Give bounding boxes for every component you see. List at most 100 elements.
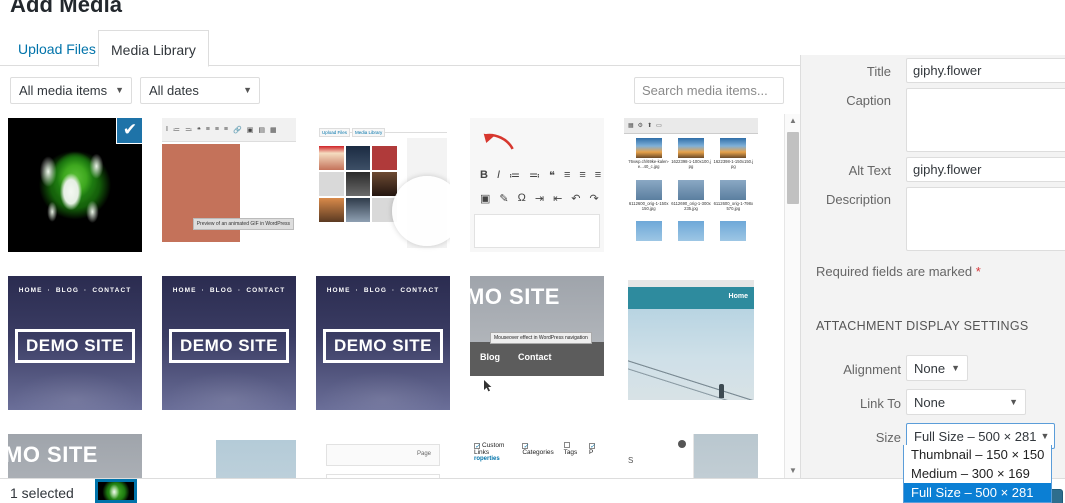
media-grid-scroll-area[interactable]: ✔ I ≔ ≕ ❝ ≡ ≡ ≡ 🔗 ▣ ▤ ▦ Preview of an animated GIF…	[0, 114, 800, 478]
filter-media-type-value: All media items	[19, 83, 108, 98]
size-dropdown-options[interactable]: Thumbnail – 150 × 150 Medium – 300 × 169…	[903, 445, 1052, 503]
demo-nav-home: HOME	[326, 287, 351, 294]
required-star: *	[975, 264, 981, 279]
title-label: Title	[866, 64, 891, 79]
attachment-details-sidebar: Title Caption Alt Text Description Requi…	[800, 55, 1065, 478]
chevron-down-icon: ▼	[1009, 397, 1018, 407]
chevron-down-icon: ▼	[115, 85, 124, 95]
editor-toolbar-thumbnail: BI≔≕❝≡≡≡ ▣✎Ω⇥⇤↶↷?	[470, 118, 604, 252]
media-item-demo-site-1[interactable]: HOME · BLOG · CONTACT DEMO SITE	[8, 276, 142, 410]
media-grid: ✔ I ≔ ≕ ❝ ≡ ≡ ≡ 🔗 ▣ ▤ ▦ Preview of an animated GIF…	[0, 114, 784, 478]
demo-site-logo: DEMO SITE	[322, 328, 444, 363]
tab-media-library[interactable]: Media Library	[98, 30, 209, 67]
caption-label: Caption	[846, 93, 891, 108]
demo-nav-blog: BLOG	[209, 287, 234, 294]
add-media-modal: Add Media Upload Files Media Library All…	[0, 0, 1065, 503]
link-to-label: Link To	[860, 396, 901, 411]
page-attributes-thumbnail: Page	[316, 434, 450, 478]
finder-file-name: 6112600_orig-1-798x570.jpg	[713, 200, 754, 211]
demo-site-thumbnail: HOME · BLOG · CONTACT DEMO SITE	[316, 276, 450, 410]
media-item-gif-editor[interactable]: I ≔ ≕ ❝ ≡ ≡ ≡ 🔗 ▣ ▤ ▦ Preview of an animated GIF i…	[162, 118, 296, 252]
description-field[interactable]	[906, 187, 1065, 251]
required-note-text: Required fields are marked	[816, 264, 973, 279]
media-item-demo-partial[interactable]: MO SITE	[8, 434, 142, 478]
scrollbar-thumb[interactable]	[787, 132, 799, 204]
title-field[interactable]	[906, 58, 1065, 83]
page-title: Add Media	[10, 0, 123, 17]
editor-toolbar-strip: I ≔ ≕ ❝ ≡ ≡ ≡ 🔗 ▣ ▤ ▦	[162, 118, 296, 142]
red-arrow-icon	[483, 133, 514, 150]
media-item-media-modal[interactable]: Upload Files Media Library	[316, 118, 450, 252]
demo-gray-title: MO SITE	[470, 284, 560, 309]
size-option-thumbnail[interactable]: Thumbnail – 150 × 150	[904, 445, 1051, 464]
demo-nav-home: HOME	[172, 287, 197, 294]
tab-upload-files[interactable]: Upload Files	[6, 30, 108, 67]
media-item-menu-options[interactable]: ✓ Custom Links ✓Categories Tags ✓P ropert…	[470, 434, 604, 478]
demo-nav-contact: CONTACT	[246, 287, 286, 294]
demo-nav-home: HOME	[18, 287, 43, 294]
media-item-wp-logo-page[interactable]: W DE	[162, 434, 296, 478]
media-grid-scrollbar[interactable]: ▲ ▼	[784, 114, 800, 478]
size-label: Size	[875, 430, 901, 445]
demo-gray-tooltip: Mouseover effect in WordPress navigation	[490, 332, 592, 344]
alignment-label: Alignment	[843, 362, 901, 377]
media-item-demo-site-3[interactable]: HOME · BLOG · CONTACT DEMO SITE	[316, 276, 450, 410]
gif-tooltip: Preview of an animated GIF in WordPress	[192, 218, 294, 230]
chevron-down-icon: ▼	[1040, 431, 1050, 441]
demo-site-logo: DEMO SITE	[168, 328, 290, 363]
gif-editor-thumbnail: I ≔ ≕ ❝ ≡ ≡ ≡ 🔗 ▣ ▤ ▦ Preview of an animated GIF i…	[162, 118, 296, 252]
page-panel-label: Page	[416, 451, 431, 457]
demo-nav-blog: BLOG	[55, 287, 80, 294]
media-item-editor-toolbar[interactable]: BI≔≕❝≡≡≡ ▣✎Ω⇥⇤↶↷?	[470, 118, 604, 252]
check-icon[interactable]: ✔	[116, 118, 142, 144]
finder-thumbnail: ▦ ⚙ ⬆ ▭ 76vwp.ch/69ke-kalen-e...40_c.jpg 16…	[624, 118, 758, 252]
demo-nav-contact: CONTACT	[400, 287, 440, 294]
misc-thumbnail: S	[624, 434, 758, 478]
menu-cbx-tags: Tags	[563, 449, 578, 456]
size-option-medium[interactable]: Medium – 300 × 169	[904, 464, 1051, 483]
selected-count-label: 1 selected	[10, 485, 74, 501]
site-nav-home: Home	[728, 293, 748, 300]
media-item-demo-site-2[interactable]: HOME · BLOG · CONTACT DEMO SITE	[162, 276, 296, 410]
finder-file-name: 6112690_orig-1-300x235.jpg	[671, 200, 711, 211]
filter-date-select[interactable]: All dates ▼	[140, 77, 260, 104]
menu-sub-label: roperties	[474, 456, 500, 462]
site-home-thumbnail: Home	[624, 276, 758, 410]
chevron-down-icon: ▼	[243, 85, 252, 95]
demo-gray-nav-blog: Blog	[480, 352, 500, 362]
media-browser: All media items ▼ All dates ▼ ✔	[0, 66, 800, 478]
search-input[interactable]	[634, 77, 784, 104]
alt-text-label: Alt Text	[848, 163, 891, 178]
demo-nav-contact: CONTACT	[92, 287, 132, 294]
cursor-icon	[484, 380, 492, 392]
filter-media-type-select[interactable]: All media items ▼	[10, 77, 132, 104]
finder-file-name: 1622398-1-100x100.jpg	[671, 159, 711, 170]
alt-text-field[interactable]	[906, 157, 1065, 182]
media-item-demo-hover[interactable]: MO SITE Blog Contact Mouseover effect in…	[470, 276, 604, 410]
media-item-finder[interactable]: ▦ ⚙ ⬆ ▭ 76vwp.ch/69ke-kalen-e...40_c.jpg 16…	[624, 118, 758, 252]
scroll-down-icon[interactable]: ▼	[785, 464, 801, 478]
attachment-display-settings-title: ATTACHMENT DISPLAY SETTINGS	[816, 319, 1029, 333]
demo-site-logo: DEMO SITE	[14, 328, 136, 363]
selected-item-preview[interactable]	[95, 479, 137, 503]
size-option-full-size[interactable]: Full Size – 500 × 281	[904, 483, 1051, 502]
media-toolbar: All media items ▼ All dates ▼	[0, 66, 800, 114]
alignment-select[interactable]: None ▼	[906, 355, 968, 381]
media-item-misc[interactable]: S	[624, 434, 758, 478]
demo-nav-blog: BLOG	[363, 287, 388, 294]
menu-cbx-categories: Categories	[522, 449, 554, 456]
alignment-value: None	[914, 360, 946, 376]
media-item-site-home[interactable]: Home	[624, 276, 758, 410]
demo-partial-thumbnail: MO SITE	[8, 434, 142, 478]
caption-field[interactable]	[906, 88, 1065, 152]
wp-logo-thumbnail: W DE	[162, 434, 296, 478]
menu-options-thumbnail: ✓ Custom Links ✓Categories Tags ✓P ropert…	[470, 434, 604, 478]
scroll-up-icon[interactable]: ▲	[785, 114, 801, 128]
finder-file-name: 6112600_orig-1-150x150.jpg	[628, 200, 669, 211]
required-fields-note: Required fields are marked *	[816, 264, 981, 279]
size-value: Full Size – 500 × 281	[914, 428, 1037, 444]
filter-date-value: All dates	[149, 83, 199, 98]
link-to-select[interactable]: None ▼	[906, 389, 1026, 415]
media-item-page-attributes[interactable]: Page	[316, 434, 450, 478]
media-item-flower[interactable]: ✔	[8, 118, 142, 252]
